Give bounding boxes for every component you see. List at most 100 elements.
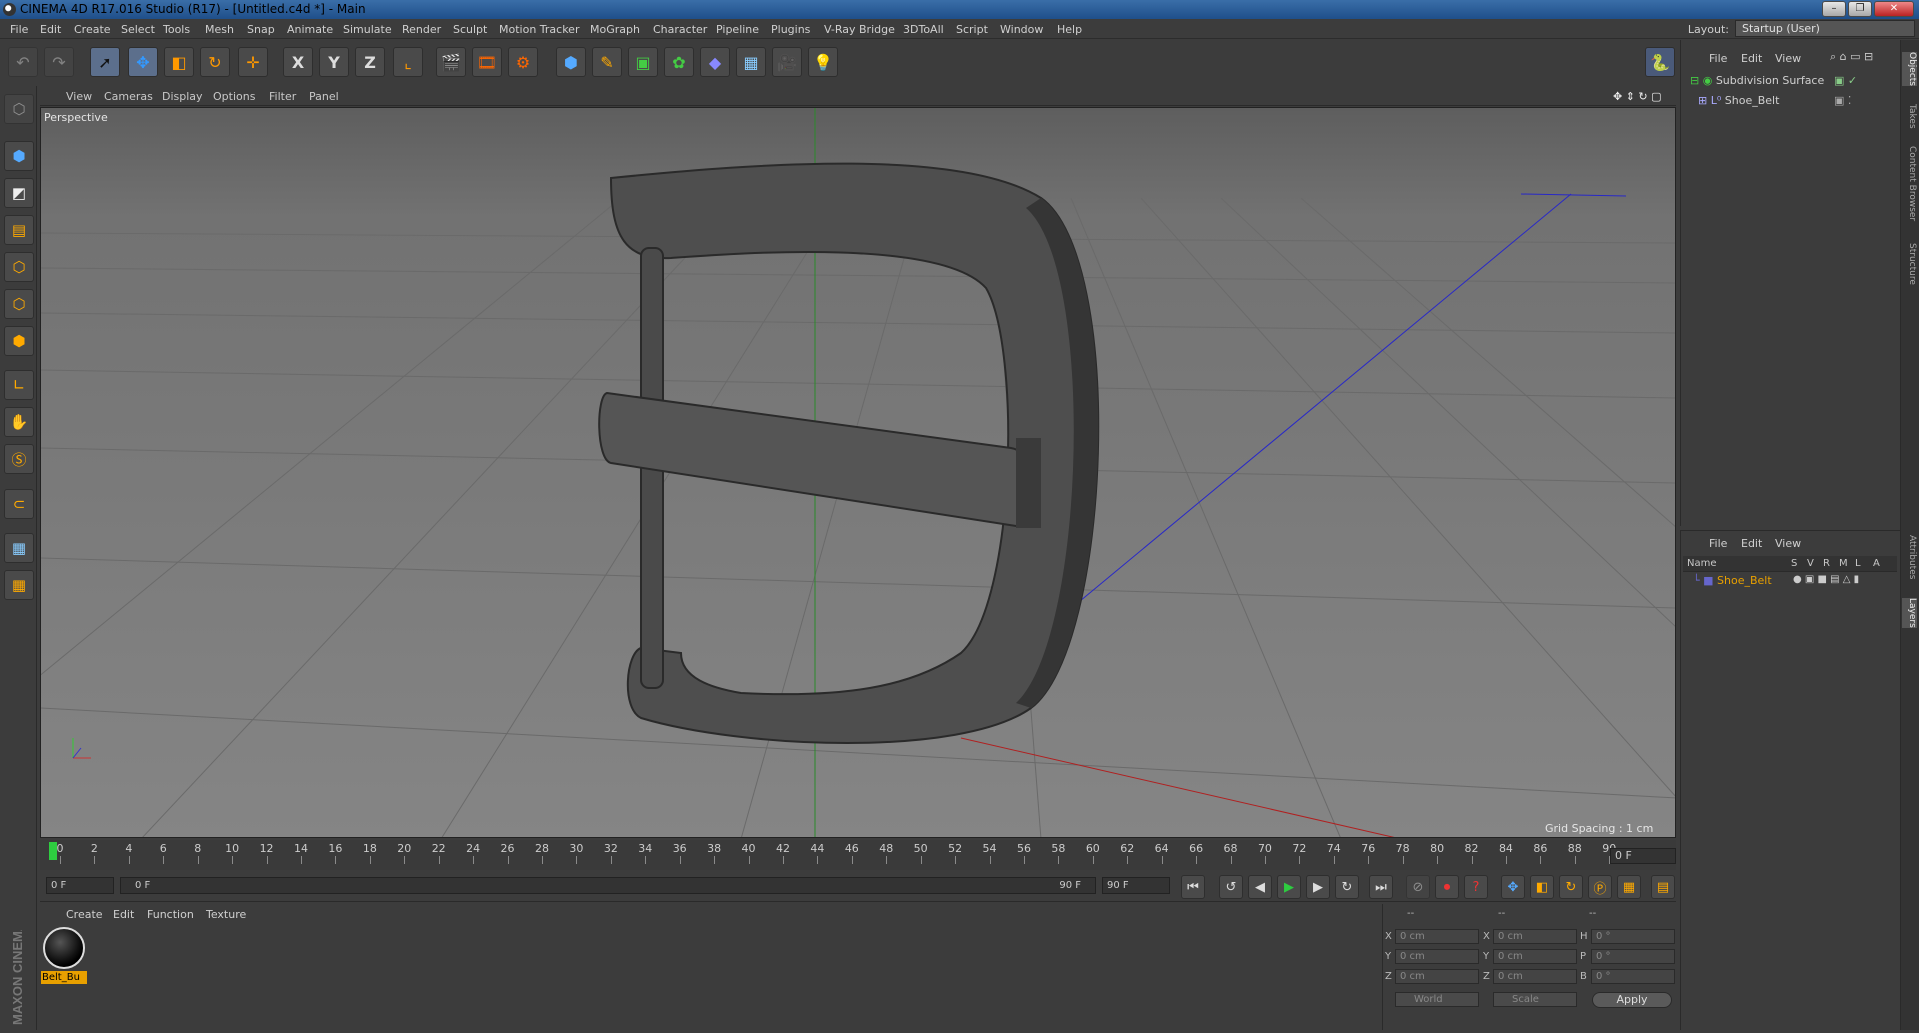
menu-vray-bridge[interactable]: V-Ray Bridge	[824, 23, 895, 36]
render-settings-icon[interactable]: ⚙	[508, 47, 538, 77]
coord-size-mode-dropdown[interactable]: Scale	[1493, 992, 1577, 1007]
tweak-icon[interactable]: ✋	[4, 407, 34, 437]
end-frame-field[interactable]: 90 F	[1102, 877, 1170, 894]
layout-dropdown[interactable]: Startup (User)	[1735, 20, 1915, 37]
model-mode-icon[interactable]: ⬢	[4, 141, 34, 171]
undo-icon[interactable]: ↶	[8, 47, 38, 77]
layers-menu-view[interactable]: View	[1775, 537, 1801, 550]
menu-tools[interactable]: Tools	[163, 23, 190, 36]
close-button[interactable]: ✕	[1874, 1, 1914, 17]
start-frame-field[interactable]: 0 F	[46, 877, 114, 894]
layers-menu-edit[interactable]: Edit	[1741, 537, 1762, 550]
menu-pipeline[interactable]: Pipeline	[716, 23, 759, 36]
menu-file[interactable]: File	[10, 23, 28, 36]
objects-menu-edit[interactable]: Edit	[1741, 52, 1762, 65]
z-axis-icon[interactable]: Z	[355, 47, 385, 77]
floor-icon[interactable]: ▦	[736, 47, 766, 77]
menu-edit[interactable]: Edit	[40, 23, 61, 36]
autokey-icon[interactable]: ⏺	[1435, 875, 1459, 899]
side-tab-layers[interactable]: Layers	[1902, 598, 1917, 628]
light-icon[interactable]: 💡	[808, 47, 838, 77]
rotate-icon[interactable]: ↻	[200, 47, 230, 77]
menu-mesh[interactable]: Mesh	[205, 23, 234, 36]
coord-size-x-field[interactable]: 0 cm	[1493, 929, 1577, 944]
snap-icon[interactable]: ⊂	[4, 489, 34, 519]
menu-3dtoall[interactable]: 3DToAll	[903, 23, 944, 36]
maximize-button[interactable]: ❐	[1848, 1, 1872, 17]
menu-script[interactable]: Script	[956, 23, 988, 36]
menu-sculpt[interactable]: Sculpt	[453, 23, 487, 36]
render-view-icon[interactable]: 🎬	[436, 47, 466, 77]
playhead[interactable]	[49, 842, 57, 860]
texture-mode-icon[interactable]: ◩	[4, 178, 34, 208]
viewport-nav-icon[interactable]: ✥ ⇕ ↻ ▢	[1613, 90, 1662, 103]
side-tab-takes[interactable]: Takes	[1902, 104, 1917, 129]
coord-pos-z-field[interactable]: 0 cm	[1395, 969, 1479, 984]
go-to-start-icon[interactable]: ⏮	[1181, 875, 1205, 899]
viewport-menu-filter[interactable]: Filter	[269, 90, 296, 103]
key-param-icon[interactable]: Ⓟ	[1588, 875, 1612, 899]
subdivision-icon[interactable]: ▣	[628, 47, 658, 77]
menu-help[interactable]: Help	[1057, 23, 1082, 36]
objects-menu-file[interactable]: File	[1709, 52, 1727, 65]
viewport-menu-options[interactable]: Options	[213, 90, 255, 103]
cube-icon[interactable]: ⬢	[556, 47, 586, 77]
polygons-mode-icon[interactable]: ⬢	[4, 326, 34, 356]
menu-select[interactable]: Select	[121, 23, 155, 36]
material-menu-function[interactable]: Function	[147, 908, 194, 921]
render-pv-icon[interactable]: 🎞	[472, 47, 502, 77]
keyframe-selection-icon[interactable]: ?	[1464, 875, 1488, 899]
coord-rot-p-field[interactable]: 0 °	[1591, 949, 1675, 964]
menu-mograph[interactable]: MoGraph	[590, 23, 640, 36]
object-flags-icon[interactable]: ▣ ⁚	[1834, 94, 1851, 107]
material-menu-create[interactable]: Create	[66, 908, 103, 921]
scale-icon[interactable]: ◧	[164, 47, 194, 77]
apply-button[interactable]: Apply	[1592, 992, 1672, 1008]
preview-range-slider[interactable]: 0 F 90 F	[120, 877, 1096, 894]
object-row-shoe-belt[interactable]: ⊞ L⁰ Shoe_Belt ▣ ⁚	[1698, 94, 1851, 110]
cloner-icon[interactable]: ✿	[664, 47, 694, 77]
coord-size-z-field[interactable]: 0 cm	[1493, 969, 1577, 984]
solo-icon[interactable]: Ⓢ	[4, 444, 34, 474]
record-keys-icon[interactable]: ⊘	[1406, 875, 1430, 899]
lock-workplane-icon[interactable]: ▦	[4, 533, 34, 563]
side-tab-content-browser[interactable]: Content Browser	[1902, 146, 1917, 221]
menu-snap[interactable]: Snap	[247, 23, 275, 36]
coord-space-dropdown[interactable]: World	[1395, 992, 1479, 1007]
material-name[interactable]: Belt_Bu	[41, 971, 87, 984]
belt-buckle-model[interactable]	[598, 162, 1100, 744]
coord-pos-x-field[interactable]: 0 cm	[1395, 929, 1479, 944]
key-pla-icon[interactable]: ▦	[1617, 875, 1641, 899]
material-menu-edit[interactable]: Edit	[113, 908, 134, 921]
menu-render[interactable]: Render	[402, 23, 441, 36]
viewport-3d[interactable]	[40, 107, 1676, 838]
menu-animate[interactable]: Animate	[287, 23, 333, 36]
layers-menu-file[interactable]: File	[1709, 537, 1727, 550]
side-tab-objects[interactable]: Objects	[1902, 52, 1917, 87]
axis-mode-icon[interactable]: ∟	[4, 370, 34, 400]
menu-character[interactable]: Character	[653, 23, 707, 36]
viewport-menu-cameras[interactable]: Cameras	[104, 90, 153, 103]
prev-frame-icon[interactable]: ◀	[1248, 875, 1272, 899]
coord-rot-h-field[interactable]: 0 °	[1591, 929, 1675, 944]
side-tab-structure[interactable]: Structure	[1902, 243, 1917, 285]
y-axis-icon[interactable]: Y	[319, 47, 349, 77]
menu-window[interactable]: Window	[1000, 23, 1043, 36]
viewport-menu-display[interactable]: Display	[162, 90, 203, 103]
side-tab-attributes[interactable]: Attributes	[1902, 535, 1917, 579]
redo-icon[interactable]: ↷	[44, 47, 74, 77]
play-icon[interactable]: ▶	[1277, 875, 1301, 899]
menu-create[interactable]: Create	[74, 23, 111, 36]
points-mode-icon[interactable]: ⬡	[4, 252, 34, 282]
prev-key-icon[interactable]: ↺	[1219, 875, 1243, 899]
next-key-icon[interactable]: ↻	[1335, 875, 1359, 899]
x-axis-icon[interactable]: X	[283, 47, 313, 77]
make-editable-icon[interactable]: ⬡	[4, 94, 34, 124]
python-icon[interactable]: 🐍	[1645, 47, 1675, 77]
material-preview[interactable]	[43, 927, 85, 969]
key-rotation-icon[interactable]: ↻	[1559, 875, 1583, 899]
next-frame-icon[interactable]: ▶	[1306, 875, 1330, 899]
timeline-menu-icon[interactable]: ▤	[1651, 875, 1675, 899]
coord-pos-y-field[interactable]: 0 cm	[1395, 949, 1479, 964]
menu-plugins[interactable]: Plugins	[771, 23, 810, 36]
